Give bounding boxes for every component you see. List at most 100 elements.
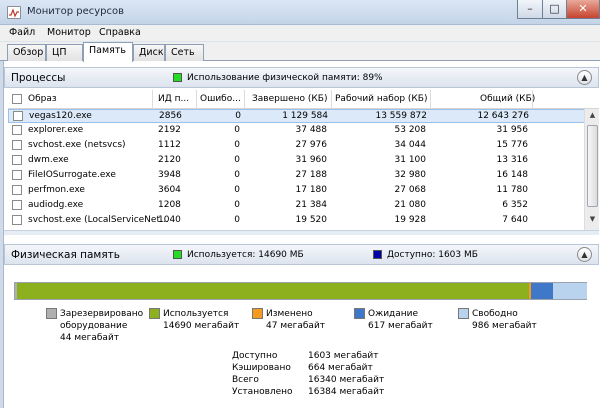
col-hard-faults[interactable]: Ошибо... (200, 94, 241, 104)
legend-swatch-reserved (46, 308, 57, 319)
stat-value: 1603 мегабайт (308, 351, 379, 361)
bar-segment-free (553, 283, 587, 299)
cell-commit: 27 188 (295, 170, 328, 180)
cell-shareable: 11 780 (496, 185, 529, 195)
stat-label: Всего (232, 375, 259, 385)
legend-label: Ожидание (368, 309, 419, 319)
column-divider[interactable] (430, 90, 431, 109)
process-list-scrollbar[interactable]: ▲ ▼ (584, 109, 599, 230)
table-row[interactable]: dwm.exe 2120 0 31 960 31 100 13 316 (8, 154, 599, 168)
column-divider[interactable] (244, 90, 245, 109)
maximize-button[interactable]: □ (542, 0, 567, 19)
table-row[interactable]: audiodg.exe 1208 0 21 384 21 080 6 352 (8, 199, 599, 213)
legend-value: 47 мегабайт (266, 321, 326, 331)
row-checkbox[interactable] (12, 215, 22, 225)
tab-overview[interactable]: Обзор (7, 44, 46, 61)
column-divider[interactable] (331, 90, 332, 109)
legend-label: Изменено (266, 309, 313, 319)
minimize-icon: – (527, 2, 533, 15)
legend-value: 617 мегабайт (368, 321, 433, 331)
cell-shareable: 13 316 (496, 155, 529, 165)
memory-tab-content: Процессы Использование физической памяти… (3, 61, 600, 408)
cell-shareable: 7 640 (502, 215, 528, 225)
legend-standby: Ожидание 617 мегабайт (368, 308, 433, 332)
col-image[interactable]: Образ (28, 94, 57, 104)
used-color-swatch (173, 250, 182, 259)
select-all-checkbox[interactable] (12, 94, 22, 104)
close-button[interactable]: ✕ (566, 0, 600, 19)
legend-label-line2: оборудование (60, 321, 128, 331)
collapse-physical-memory-button[interactable]: ▲ (577, 247, 592, 262)
table-row[interactable]: perfmon.exe 3604 0 17 180 27 068 11 780 (8, 184, 599, 198)
pane-splitter[interactable] (4, 230, 599, 235)
cell-working-set: 31 100 (394, 155, 427, 165)
tab-cpu[interactable]: ЦП (46, 44, 83, 61)
table-row[interactable]: svchost.exe (LocalServiceNet... 1040 0 1… (8, 214, 599, 228)
col-pid[interactable]: ИД п... (158, 94, 189, 104)
tab-network[interactable]: Сеть (165, 44, 204, 61)
cell-commit: 27 976 (295, 140, 328, 150)
cell-working-set: 53 208 (394, 125, 427, 135)
cell-image: audiodg.exe (28, 200, 84, 210)
legend-in-use: Используется 14690 мегабайт (163, 308, 239, 332)
row-checkbox[interactable] (12, 200, 22, 210)
scrollbar-thumb[interactable] (587, 125, 598, 207)
menu-file[interactable]: Файл (9, 27, 35, 38)
cell-image: FileIOSurrogate.exe (28, 170, 116, 180)
cell-faults: 0 (234, 215, 240, 225)
row-checkbox[interactable] (12, 185, 22, 195)
scroll-down-arrow-icon[interactable]: ▼ (587, 215, 598, 227)
scroll-up-arrow-icon[interactable]: ▲ (587, 111, 598, 123)
window-title: Монитор ресурсов (27, 6, 125, 17)
memory-available-text: Доступно: 1603 МБ (387, 250, 478, 260)
table-row[interactable]: FileIOSurrogate.exe 3948 0 27 188 32 980… (8, 169, 599, 183)
legend-swatch-modified (252, 308, 263, 319)
usage-color-swatch (173, 73, 182, 82)
cell-shareable: 6 352 (502, 200, 528, 210)
tab-memory[interactable]: Память (83, 42, 133, 62)
column-divider[interactable] (152, 90, 153, 109)
row-checkbox[interactable] (13, 111, 23, 121)
table-row[interactable]: explorer.exe 2192 0 37 488 53 208 31 956 (8, 124, 599, 138)
chevron-up-icon: ▲ (581, 250, 588, 259)
tab-disk[interactable]: Диск (133, 44, 165, 61)
column-divider[interactable] (532, 90, 533, 109)
row-checkbox[interactable] (12, 125, 22, 135)
legend-free: Свободно 986 мегабайт (472, 308, 537, 332)
cell-pid: 1040 (158, 215, 181, 225)
cell-pid: 1112 (158, 140, 181, 150)
cell-image: perfmon.exe (28, 185, 85, 195)
menu-help[interactable]: Справка (99, 27, 141, 38)
cell-shareable: 12 643 276 (477, 111, 529, 121)
cell-working-set: 19 928 (394, 215, 427, 225)
chevron-up-icon: ▲ (581, 73, 588, 82)
row-checkbox[interactable] (12, 155, 22, 165)
minimize-button[interactable]: – (517, 0, 543, 19)
legend-value: 986 мегабайт (472, 321, 537, 331)
legend-swatch-free (458, 308, 469, 319)
processes-section-header[interactable]: Процессы Использование физической памяти… (4, 67, 599, 88)
collapse-processes-button[interactable]: ▲ (577, 70, 592, 85)
col-shareable[interactable]: Общий (КБ) (480, 94, 535, 104)
menu-monitor[interactable]: Монитор (47, 27, 91, 38)
cell-faults: 0 (235, 111, 241, 121)
table-row[interactable]: vegas120.exe 2856 0 1 129 584 13 559 872… (8, 109, 599, 123)
cell-faults: 0 (234, 200, 240, 210)
physical-memory-section-header[interactable]: Физическая память Используется: 14690 МБ… (4, 244, 599, 265)
cell-faults: 0 (234, 155, 240, 165)
cell-pid: 2120 (158, 155, 181, 165)
col-commit[interactable]: Завершено (КБ) (252, 94, 327, 104)
row-checkbox[interactable] (12, 140, 22, 150)
col-working-set[interactable]: Рабочий набор (КБ) (335, 94, 428, 104)
table-row[interactable]: svchost.exe (netsvcs) 1112 0 27 976 34 0… (8, 139, 599, 153)
legend-label: Используется (163, 309, 229, 319)
cell-pid: 3604 (158, 185, 181, 195)
row-checkbox[interactable] (12, 170, 22, 180)
stat-label: Установлено (232, 387, 293, 397)
cell-commit: 37 488 (295, 125, 328, 135)
title-bar[interactable]: Монитор ресурсов – □ ✕ (0, 0, 600, 25)
column-divider[interactable] (196, 90, 197, 109)
cell-pid: 2192 (158, 125, 181, 135)
cell-commit: 19 520 (295, 215, 328, 225)
processes-title: Процессы (11, 72, 66, 84)
